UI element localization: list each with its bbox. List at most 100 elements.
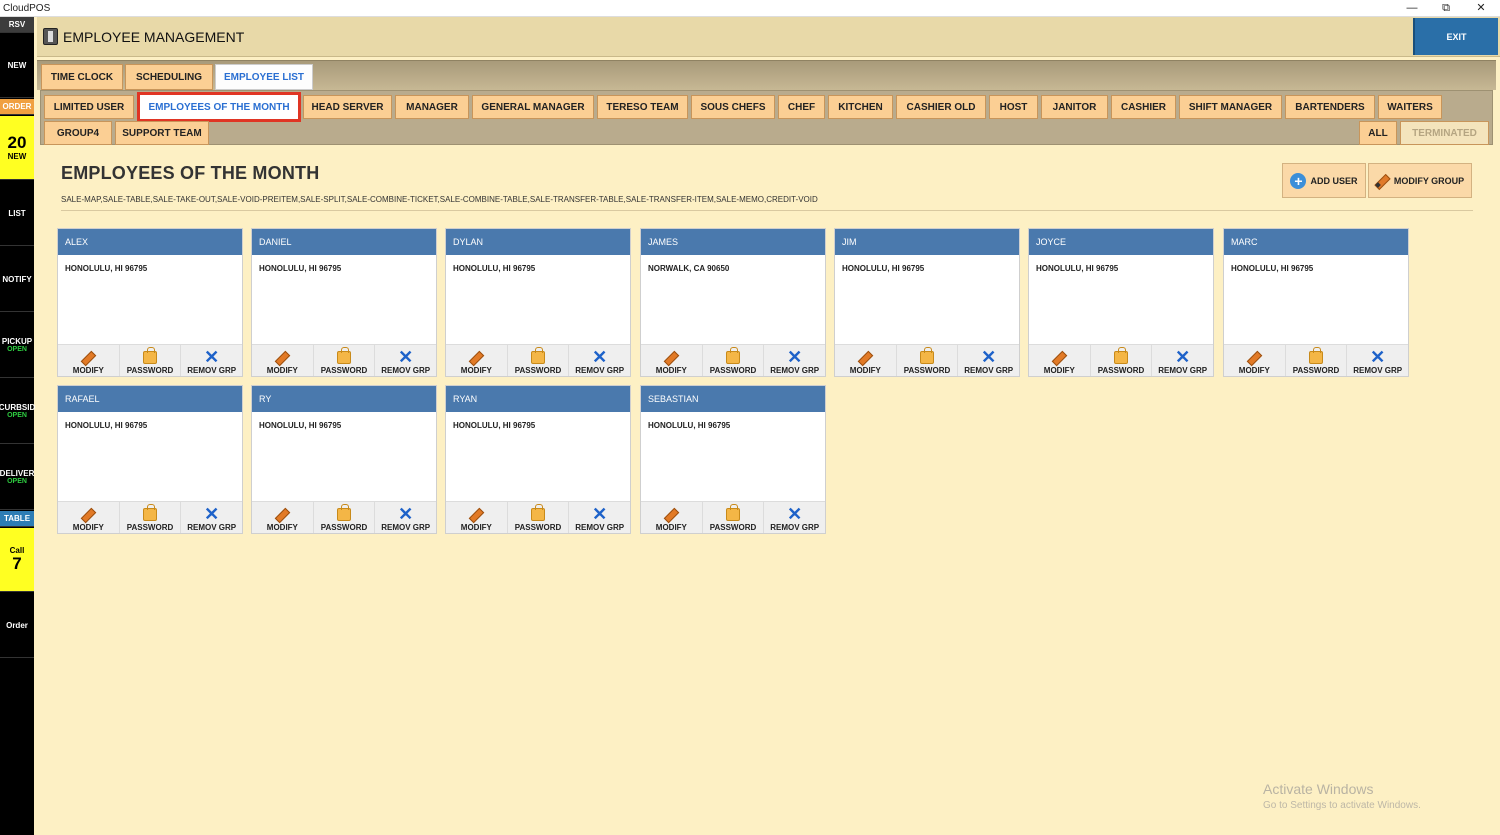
remove-group-button[interactable]: ✕ REMOV GRP bbox=[375, 344, 437, 376]
employee-name: JAMES bbox=[641, 229, 825, 255]
password-label: PASSWORD bbox=[1292, 366, 1340, 375]
remove-group-button[interactable]: ✕ REMOV GRP bbox=[958, 344, 1020, 376]
page-title-header: EMPLOYEE MANAGEMENT bbox=[63, 29, 245, 45]
password-button[interactable]: PASSWORD bbox=[507, 344, 570, 376]
add-user-button[interactable]: + ADD USER bbox=[1282, 163, 1366, 198]
rail-list[interactable]: LIST bbox=[0, 181, 34, 246]
x-icon: ✕ bbox=[398, 504, 414, 524]
filter-all[interactable]: ALL bbox=[1359, 121, 1397, 145]
rail-notify[interactable]: NOTIFY bbox=[0, 247, 34, 312]
group-cashier[interactable]: CASHIER bbox=[1111, 95, 1176, 119]
rail-rsv[interactable]: RSV bbox=[0, 17, 34, 33]
remove-group-button[interactable]: ✕ REMOV GRP bbox=[181, 344, 243, 376]
group-chef[interactable]: CHEF bbox=[778, 95, 825, 119]
modify-button[interactable]: MODIFY bbox=[641, 501, 703, 533]
password-button[interactable]: PASSWORD bbox=[702, 344, 765, 376]
divider bbox=[61, 210, 1473, 211]
password-button[interactable]: PASSWORD bbox=[507, 501, 570, 533]
remove-group-button[interactable]: ✕ REMOV GRP bbox=[1347, 344, 1409, 376]
modify-button[interactable]: MODIFY bbox=[446, 501, 508, 533]
employee-card[interactable]: DYLAN HONOLULU, HI 96795 MODIFY PASSWORD… bbox=[445, 228, 631, 377]
rail-order[interactable]: ORDER bbox=[0, 99, 34, 115]
tab-scheduling[interactable]: SCHEDULING bbox=[125, 64, 213, 90]
close-icon[interactable]: ✕ bbox=[1464, 0, 1498, 17]
remove-group-button[interactable]: ✕ REMOV GRP bbox=[764, 501, 826, 533]
employee-card[interactable]: MARC HONOLULU, HI 96795 MODIFY PASSWORD … bbox=[1223, 228, 1409, 377]
group-waiters[interactable]: WAITERS bbox=[1378, 95, 1442, 119]
modify-button[interactable]: MODIFY bbox=[835, 344, 897, 376]
group-janitor[interactable]: JANITOR bbox=[1041, 95, 1108, 119]
employee-card[interactable]: RAFAEL HONOLULU, HI 96795 MODIFY PASSWOR… bbox=[57, 385, 243, 534]
exit-button[interactable]: EXIT bbox=[1413, 18, 1498, 55]
remove-label: REMOV GRP bbox=[381, 523, 431, 532]
group-tereso-team[interactable]: TERESO TEAM bbox=[597, 95, 688, 119]
rail-pickup-status: OPEN bbox=[7, 346, 27, 353]
group-group4[interactable]: GROUP4 bbox=[44, 121, 112, 145]
employee-card[interactable]: RYAN HONOLULU, HI 96795 MODIFY PASSWORD … bbox=[445, 385, 631, 534]
minimize-icon[interactable]: — bbox=[1395, 0, 1429, 17]
group-limited-user[interactable]: LIMITED USER bbox=[44, 95, 134, 119]
rail-curbside[interactable]: CURBSID OPEN bbox=[0, 379, 35, 444]
rail-order2[interactable]: Order bbox=[0, 593, 34, 658]
modify-button[interactable]: MODIFY bbox=[1029, 344, 1091, 376]
remove-group-button[interactable]: ✕ REMOV GRP bbox=[1152, 344, 1214, 376]
employee-card[interactable]: SEBASTIAN HONOLULU, HI 96795 MODIFY PASS… bbox=[640, 385, 826, 534]
password-button[interactable]: PASSWORD bbox=[119, 344, 182, 376]
remove-group-button[interactable]: ✕ REMOV GRP bbox=[569, 501, 631, 533]
remove-label: REMOV GRP bbox=[575, 366, 625, 375]
group-cashier-old[interactable]: CASHIER OLD bbox=[896, 95, 986, 119]
modify-button[interactable]: MODIFY bbox=[252, 501, 314, 533]
rail-table[interactable]: TABLE bbox=[0, 511, 34, 527]
modify-group-button[interactable]: MODIFY GROUP bbox=[1368, 163, 1472, 198]
rail-new[interactable]: NEW bbox=[0, 34, 34, 98]
password-button[interactable]: PASSWORD bbox=[1285, 344, 1348, 376]
maximize-icon[interactable]: ⧉ bbox=[1429, 0, 1463, 17]
password-button[interactable]: PASSWORD bbox=[1090, 344, 1153, 376]
group-head-server[interactable]: HEAD SERVER bbox=[303, 95, 392, 119]
rail-curbside-status: OPEN bbox=[7, 412, 27, 419]
employee-name: ALEX bbox=[58, 229, 242, 255]
rail-delivery[interactable]: DELIVER OPEN bbox=[0, 445, 34, 510]
modify-button[interactable]: MODIFY bbox=[1224, 344, 1286, 376]
modify-button[interactable]: MODIFY bbox=[252, 344, 314, 376]
password-button[interactable]: PASSWORD bbox=[313, 501, 376, 533]
password-label: PASSWORD bbox=[1097, 366, 1145, 375]
password-button[interactable]: PASSWORD bbox=[702, 501, 765, 533]
employee-card[interactable]: JOYCE HONOLULU, HI 96795 MODIFY PASSWORD… bbox=[1028, 228, 1214, 377]
group-kitchen[interactable]: KITCHEN bbox=[828, 95, 893, 119]
activation-watermark-title: Activate Windows bbox=[1263, 781, 1374, 797]
employee-card[interactable]: DANIEL HONOLULU, HI 96795 MODIFY PASSWOR… bbox=[251, 228, 437, 377]
rail-call-count[interactable]: Call 7 bbox=[0, 528, 34, 592]
tab-employee-list[interactable]: EMPLOYEE LIST bbox=[215, 64, 313, 90]
group-sous-chefs[interactable]: SOUS CHEFS bbox=[691, 95, 775, 119]
group-support-team[interactable]: SUPPORT TEAM bbox=[115, 121, 209, 145]
modify-button[interactable]: MODIFY bbox=[58, 501, 120, 533]
rail-order-count[interactable]: 20 NEW bbox=[0, 116, 34, 180]
group-employees-of-the-month[interactable]: EMPLOYEES OF THE MONTH bbox=[137, 92, 301, 122]
password-button[interactable]: PASSWORD bbox=[313, 344, 376, 376]
filter-terminated[interactable]: TERMINATED bbox=[1400, 121, 1489, 145]
modify-button[interactable]: MODIFY bbox=[446, 344, 508, 376]
rail-pickup[interactable]: PICKUP OPEN bbox=[0, 313, 34, 378]
employee-card[interactable]: RY HONOLULU, HI 96795 MODIFY PASSWORD ✕ R… bbox=[251, 385, 437, 534]
remove-group-button[interactable]: ✕ REMOV GRP bbox=[569, 344, 631, 376]
group-shift-manager[interactable]: SHIFT MANAGER bbox=[1179, 95, 1282, 119]
lock-icon bbox=[1114, 347, 1128, 364]
remove-group-button[interactable]: ✕ REMOV GRP bbox=[375, 501, 437, 533]
x-icon: ✕ bbox=[398, 347, 414, 367]
modify-button[interactable]: MODIFY bbox=[641, 344, 703, 376]
remove-group-button[interactable]: ✕ REMOV GRP bbox=[764, 344, 826, 376]
x-icon: ✕ bbox=[981, 347, 997, 367]
group-host[interactable]: HOST bbox=[989, 95, 1038, 119]
password-button[interactable]: PASSWORD bbox=[896, 344, 959, 376]
group-general-manager[interactable]: GENERAL MANAGER bbox=[472, 95, 594, 119]
modify-button[interactable]: MODIFY bbox=[58, 344, 120, 376]
tab-time-clock[interactable]: TIME CLOCK bbox=[41, 64, 123, 90]
employee-card[interactable]: JAMES NORWALK, CA 90650 MODIFY PASSWORD … bbox=[640, 228, 826, 377]
password-button[interactable]: PASSWORD bbox=[119, 501, 182, 533]
employee-card[interactable]: ALEX HONOLULU, HI 96795 MODIFY PASSWORD … bbox=[57, 228, 243, 377]
remove-group-button[interactable]: ✕ REMOV GRP bbox=[181, 501, 243, 533]
group-bartenders[interactable]: BARTENDERS bbox=[1285, 95, 1375, 119]
employee-card[interactable]: JIM HONOLULU, HI 96795 MODIFY PASSWORD ✕… bbox=[834, 228, 1020, 377]
group-manager[interactable]: MANAGER bbox=[395, 95, 469, 119]
